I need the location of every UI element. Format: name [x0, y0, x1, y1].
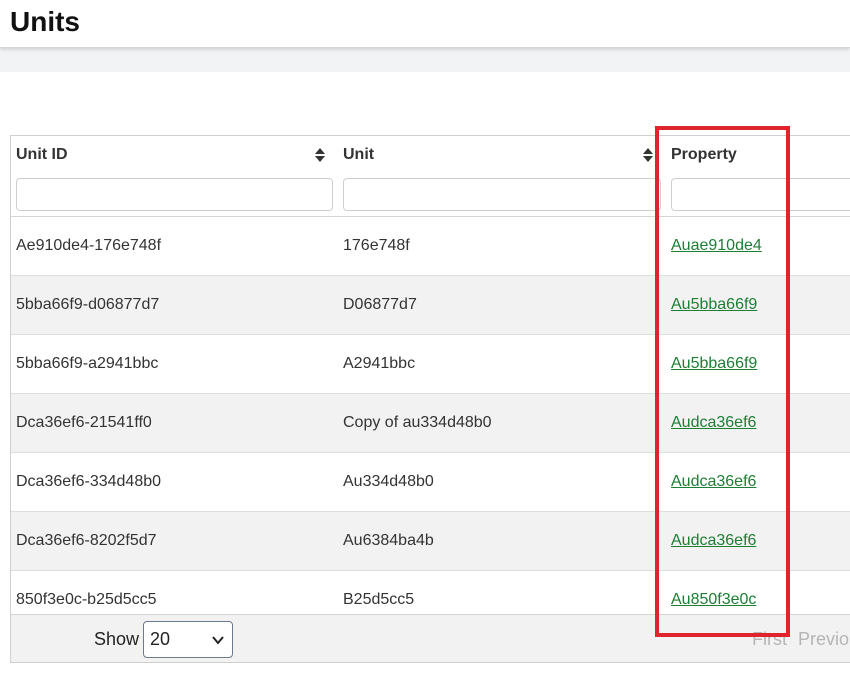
sort-icon[interactable]	[642, 146, 654, 164]
table-row[interactable]: Ae910de4-176e748f 176e748f Auae910de4	[11, 217, 850, 276]
page-header: Units	[0, 0, 850, 48]
chevron-down-icon	[212, 636, 224, 645]
toolbar-strip	[0, 48, 850, 72]
cell-property: Audca36ef6	[671, 394, 756, 452]
cell-property: Au5bba66f9	[671, 276, 757, 334]
page-size-select[interactable]: 20	[143, 621, 233, 658]
table-row[interactable]: Dca36ef6-21541ff0 Copy of au334d48b0 Aud…	[11, 394, 850, 453]
units-table: Unit ID Unit Property Ae910de4-176e748f …	[10, 135, 850, 663]
property-link[interactable]: Audca36ef6	[671, 414, 756, 431]
cell-unit-id: Dca36ef6-334d48b0	[16, 473, 162, 490]
pager-first-button[interactable]: First	[752, 629, 787, 650]
table-row[interactable]: Dca36ef6-334d48b0 Au334d48b0 Audca36ef6	[11, 453, 850, 512]
property-link[interactable]: Audca36ef6	[671, 473, 756, 490]
unit-id-filter-input[interactable]	[16, 178, 333, 211]
property-filter-input[interactable]	[671, 178, 850, 211]
cell-property: Auae910de4	[671, 217, 762, 275]
cell-unit-id: 5bba66f9-a2941bbc	[16, 355, 159, 372]
cell-unit-id: Dca36ef6-8202f5d7	[16, 532, 157, 549]
cell-property: Audca36ef6	[671, 453, 756, 511]
property-link[interactable]: Audca36ef6	[671, 532, 756, 549]
cell-unit: Copy of au334d48b0	[343, 414, 492, 431]
column-label-unit: Unit	[343, 146, 375, 163]
column-header-property[interactable]: Property	[666, 136, 850, 217]
unit-filter-input[interactable]	[343, 178, 661, 211]
table-header: Unit ID Unit Property	[11, 136, 850, 217]
cell-property: Audca36ef6	[671, 512, 756, 570]
column-label-unit-id: Unit ID	[16, 146, 68, 163]
page-size-value: 20	[150, 629, 171, 649]
show-label: Show	[94, 629, 140, 649]
cell-unit-id: 5bba66f9-d06877d7	[16, 296, 160, 313]
pager-previous-button[interactable]: Previous	[798, 629, 850, 650]
cell-unit: A2941bbc	[343, 355, 416, 372]
table-row[interactable]: Dca36ef6-8202f5d7 Au6384ba4b Audca36ef6	[11, 512, 850, 571]
cell-unit-id: Dca36ef6-21541ff0	[16, 414, 152, 431]
cell-unit-id: Ae910de4-176e748f	[16, 237, 162, 254]
cell-unit: 176e748f	[343, 237, 410, 254]
property-link[interactable]: Au5bba66f9	[671, 296, 757, 313]
column-header-unit[interactable]: Unit	[338, 136, 666, 217]
cell-property: Au5bba66f9	[671, 335, 757, 393]
cell-unit: Au6384ba4b	[343, 532, 434, 549]
property-link[interactable]: Auae910de4	[671, 237, 762, 254]
cell-unit: Au334d48b0	[343, 473, 434, 490]
column-header-unit-id[interactable]: Unit ID	[11, 136, 338, 217]
column-label-property: Property	[671, 146, 737, 163]
cell-unit: D06877d7	[343, 296, 417, 313]
table-footer: Show 20 First Previous	[11, 614, 850, 662]
page-title: Units	[10, 6, 80, 37]
property-link[interactable]: Au850f3e0c	[671, 591, 756, 608]
sort-icon[interactable]	[314, 146, 326, 164]
property-link[interactable]: Au5bba66f9	[671, 355, 757, 372]
table-row[interactable]: 5bba66f9-d06877d7 D06877d7 Au5bba66f9	[11, 276, 850, 335]
table-row[interactable]: 850f3e0c-b25d5cc5 B25d5cc5 Au850f3e0c	[11, 571, 850, 615]
table-row[interactable]: 5bba66f9-a2941bbc A2941bbc Au5bba66f9	[11, 335, 850, 394]
